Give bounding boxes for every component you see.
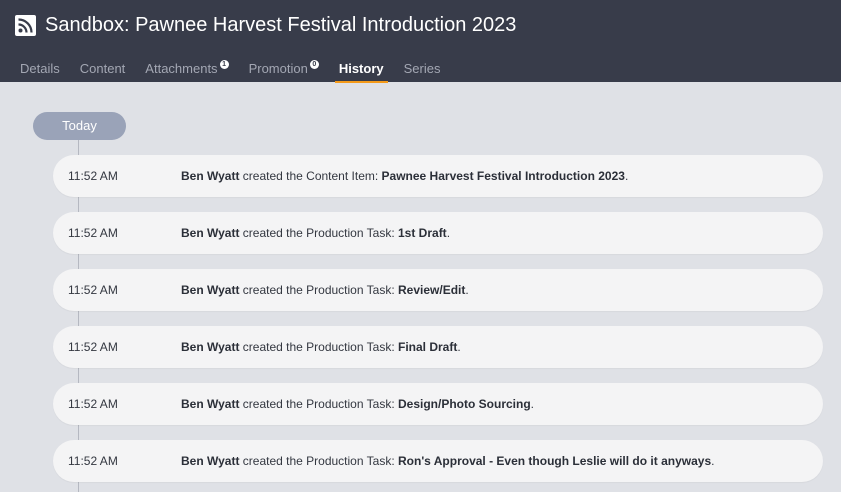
- history-timeline: Today 11:52 AM Ben Wyatt created the Con…: [0, 82, 841, 492]
- entry-description: Ben Wyatt created the Production Task: 1…: [181, 226, 450, 240]
- tab-details[interactable]: Details: [10, 61, 70, 76]
- entry-target: Review/Edit: [398, 283, 466, 297]
- entry-user: Ben Wyatt: [181, 454, 240, 468]
- entry-description: Ben Wyatt created the Content Item: Pawn…: [181, 169, 628, 183]
- history-entry: 11:52 AM Ben Wyatt created the Productio…: [53, 326, 823, 368]
- history-entry: 11:52 AM Ben Wyatt created the Productio…: [53, 212, 823, 254]
- count-badge: 0: [309, 60, 319, 69]
- title-row: Sandbox: Pawnee Harvest Festival Introdu…: [15, 14, 516, 37]
- app-header: Sandbox: Pawnee Harvest Festival Introdu…: [0, 0, 841, 83]
- tab-label: Series: [403, 61, 441, 76]
- tab-content[interactable]: Content: [70, 61, 136, 76]
- tab-series[interactable]: Series: [394, 61, 451, 76]
- history-entry: 11:52 AM Ben Wyatt created the Content I…: [53, 155, 823, 197]
- entry-target: Design/Photo Sourcing: [398, 397, 531, 411]
- entry-suffix: .: [711, 454, 715, 468]
- entry-user: Ben Wyatt: [181, 283, 240, 297]
- entry-suffix: .: [624, 169, 629, 183]
- tab-bar: Details Content Attachments 1 Promotion 0 …: [10, 60, 451, 83]
- entry-target: Ron's Approval - Even though Leslie will…: [398, 454, 712, 468]
- entry-target: Pawnee Harvest Festival Introduction 202…: [381, 169, 625, 183]
- tab-label: Attachments: [145, 61, 218, 76]
- entry-description: Ben Wyatt created the Production Task: R…: [181, 283, 469, 297]
- entry-description: Ben Wyatt created the Production Task: R…: [181, 454, 714, 468]
- tab-promotion[interactable]: Promotion 0: [239, 60, 329, 76]
- entry-user: Ben Wyatt: [181, 169, 240, 183]
- entry-description: Ben Wyatt created the Production Task: F…: [181, 340, 461, 354]
- tab-history[interactable]: History: [329, 61, 394, 83]
- page-title: Sandbox: Pawnee Harvest Festival Introdu…: [45, 14, 517, 36]
- history-entry: 11:52 AM Ben Wyatt created the Productio…: [53, 440, 823, 482]
- entry-suffix: .: [465, 283, 469, 297]
- entry-action: created the Production Task:: [239, 340, 398, 354]
- entry-time: 11:52 AM: [68, 283, 118, 297]
- entry-suffix: .: [530, 397, 535, 411]
- entry-user: Ben Wyatt: [181, 226, 240, 240]
- tab-label: History: [338, 61, 384, 76]
- entry-time: 11:52 AM: [68, 169, 118, 183]
- tab-label: Content: [79, 61, 126, 76]
- entry-action: created the Production Task:: [239, 454, 398, 468]
- history-entry: 11:52 AM Ben Wyatt created the Productio…: [53, 269, 823, 311]
- entry-user: Ben Wyatt: [181, 397, 240, 411]
- entry-user: Ben Wyatt: [181, 340, 240, 354]
- entry-description: Ben Wyatt created the Production Task: D…: [181, 397, 534, 411]
- date-group-label: Today: [33, 112, 126, 140]
- entry-action: created the Production Task:: [239, 283, 398, 297]
- history-entry: 11:52 AM Ben Wyatt created the Productio…: [53, 383, 823, 425]
- entry-time: 11:52 AM: [68, 226, 118, 240]
- entry-action: created the Production Task:: [239, 397, 398, 411]
- entry-time: 11:52 AM: [68, 397, 118, 411]
- entry-suffix: .: [457, 340, 461, 354]
- entry-suffix: .: [446, 226, 451, 240]
- entry-target: 1st Draft: [398, 226, 447, 240]
- entry-action: created the Content Item:: [239, 169, 382, 183]
- entry-time: 11:52 AM: [68, 340, 118, 354]
- entry-action: created the Production Task:: [239, 226, 398, 240]
- tab-attachments[interactable]: Attachments 1: [135, 60, 238, 76]
- tab-label: Promotion: [248, 61, 308, 76]
- entry-target: Final Draft: [398, 340, 458, 354]
- tab-label: Details: [20, 61, 60, 76]
- entry-time: 11:52 AM: [68, 454, 118, 468]
- rss-icon: [15, 15, 36, 36]
- count-badge: 1: [219, 60, 229, 69]
